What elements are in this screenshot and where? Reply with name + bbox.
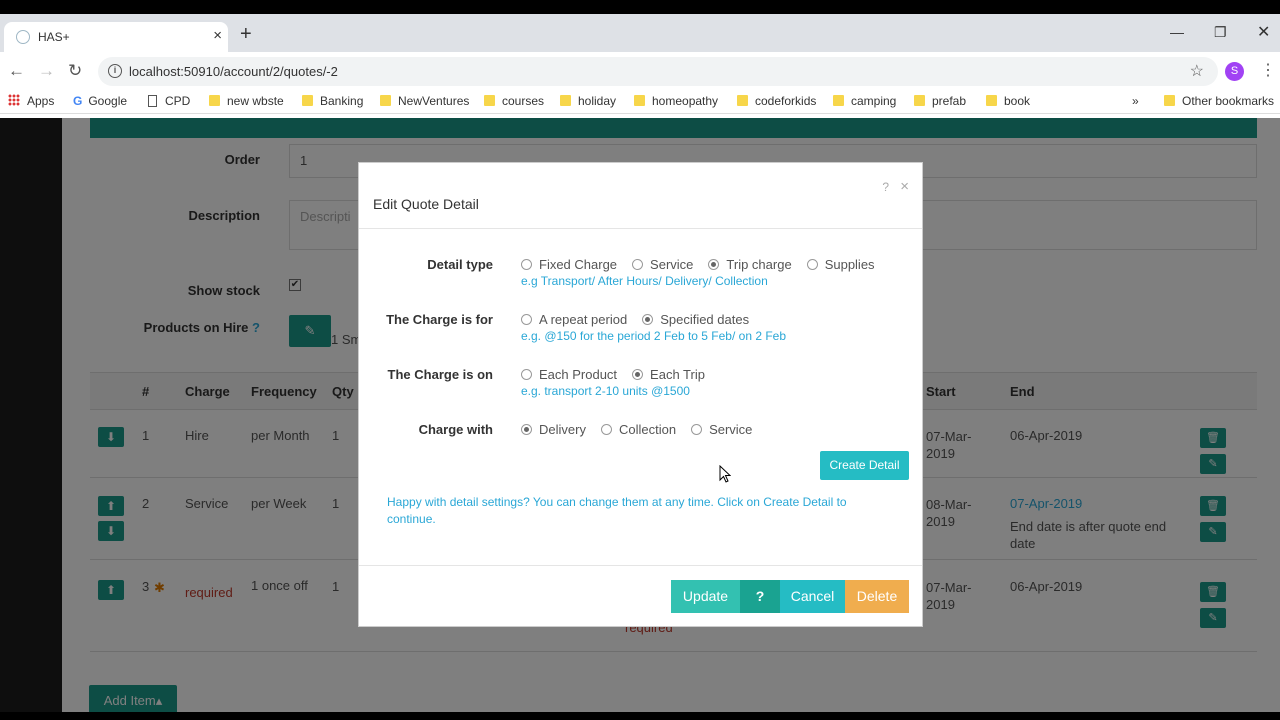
charge-for-radios: A repeat period Specified dates	[521, 312, 764, 327]
radio-icon	[632, 259, 644, 270]
modal-title: Edit Quote Detail	[373, 196, 479, 212]
close-tab-icon[interactable]: ×	[213, 27, 222, 44]
bookmark-book[interactable]: book	[986, 94, 1030, 108]
folder-icon	[833, 95, 844, 106]
edit-quote-detail-modal: Edit Quote Detail ? × Detail type Fixed …	[358, 162, 923, 627]
radio-repeat-period[interactable]: A repeat period	[521, 312, 627, 327]
radio-icon	[600, 424, 612, 435]
modal-close-icon[interactable]: ×	[900, 178, 909, 195]
radio-icon	[521, 369, 532, 380]
folder-icon	[560, 95, 571, 106]
favicon-icon	[16, 30, 30, 44]
mouse-cursor-icon	[719, 465, 731, 483]
radio-collection[interactable]: Collection	[600, 422, 676, 437]
radio-specified-dates[interactable]: Specified dates	[642, 312, 749, 327]
radio-icon	[806, 259, 818, 270]
url-text: localhost:50910/account/2/quotes/-2	[129, 64, 338, 79]
folder-icon	[1164, 95, 1175, 106]
radio-icon	[521, 259, 532, 270]
radio-fixed-charge[interactable]: Fixed Charge	[521, 257, 617, 272]
modal-header: Edit Quote Detail ? ×	[359, 163, 922, 229]
tab-strip: HAS+ × + — ❐ ✕	[0, 14, 1280, 52]
create-detail-button[interactable]: Create Detail	[820, 451, 909, 480]
bookmark-homeopathy[interactable]: homeopathy	[634, 94, 718, 108]
help-button[interactable]: ?	[740, 580, 780, 613]
bookmark-courses[interactable]: courses	[484, 94, 544, 108]
radio-icon	[521, 314, 532, 325]
update-button[interactable]: Update	[671, 580, 740, 613]
folder-icon	[737, 95, 748, 106]
folder-icon	[209, 95, 220, 106]
radio-delivery[interactable]: Delivery	[521, 422, 586, 437]
bookmark-banking[interactable]: Banking	[302, 94, 363, 108]
page: Order 1 Description Descripti Show stock…	[0, 118, 1280, 712]
radio-selected-icon	[642, 314, 654, 325]
profile-avatar[interactable]: S	[1225, 62, 1244, 81]
detail-type-label: Detail type	[427, 257, 493, 272]
charge-with-radios: Delivery Collection Service	[521, 422, 767, 437]
radio-supplies[interactable]: Supplies	[806, 257, 875, 272]
charge-on-label: The Charge is on	[387, 367, 493, 382]
bookmark-star-icon[interactable]: ☆	[1190, 61, 1204, 81]
modal-help-icon[interactable]: ?	[882, 180, 889, 194]
folder-icon	[302, 95, 313, 106]
google-icon: G	[73, 94, 83, 108]
detail-settings-message: Happy with detail settings? You can chan…	[387, 495, 847, 526]
radio-selected-icon	[708, 259, 720, 270]
address-bar[interactable]: i localhost:50910/account/2/quotes/-2 ☆	[98, 57, 1218, 86]
bookmark-cpd[interactable]: CPD	[148, 94, 190, 108]
delete-button[interactable]: Delete	[845, 580, 909, 613]
back-icon[interactable]: ←	[8, 61, 25, 81]
browser-menu-icon[interactable]: ⋮	[1260, 60, 1276, 80]
radio-each-trip[interactable]: Each Trip	[632, 367, 705, 382]
radio-selected-icon	[632, 369, 644, 380]
info-icon[interactable]: i	[108, 64, 122, 78]
restore-icon[interactable]: ❐	[1214, 24, 1227, 41]
modal-footer-divider	[359, 565, 922, 566]
detail-type-radios: Fixed Charge Service Trip charge Supplies	[521, 257, 890, 272]
folder-icon	[484, 95, 495, 106]
charge-on-radios: Each Product Each Trip	[521, 367, 720, 382]
minimize-icon[interactable]: —	[1170, 24, 1184, 40]
charge-on-hint: e.g. transport 2-10 units @1500	[521, 384, 690, 398]
bookmark-prefab[interactable]: prefab	[914, 94, 966, 108]
reload-icon[interactable]: ↻	[68, 61, 82, 81]
new-tab-icon[interactable]: +	[240, 24, 252, 44]
folder-icon	[914, 95, 925, 106]
bookmark-newventures[interactable]: NewVentures	[380, 94, 469, 108]
forward-icon[interactable]: →	[38, 61, 55, 81]
tab-title: HAS+	[38, 30, 70, 44]
detail-type-hint: e.g Transport/ After Hours/ Delivery/ Co…	[521, 274, 768, 288]
bookmark-camping[interactable]: camping	[833, 94, 896, 108]
browser-window: HAS+ × + — ❐ ✕ ← → ↻ i localhost:50910/a…	[0, 14, 1280, 712]
bookmarks-bar: Apps G Google CPD new wbste Banking NewVe…	[0, 90, 1280, 114]
radio-trip-charge[interactable]: Trip charge	[708, 257, 792, 272]
bookmark-holiday[interactable]: holiday	[560, 94, 616, 108]
page-icon	[148, 95, 157, 107]
bookmark-new-wbste[interactable]: new wbste	[209, 94, 284, 108]
charge-for-label: The Charge is for	[386, 312, 493, 327]
other-bookmarks[interactable]: Other bookmarks	[1164, 94, 1274, 108]
charge-with-label: Charge with	[418, 422, 493, 437]
browser-toolbar: ← → ↻ i localhost:50910/account/2/quotes…	[0, 52, 1280, 90]
bookmark-codeforkids[interactable]: codeforkids	[737, 94, 816, 108]
folder-icon	[634, 95, 645, 106]
close-window-icon[interactable]: ✕	[1257, 22, 1270, 42]
bookmark-google[interactable]: G Google	[73, 94, 127, 108]
radio-service-with[interactable]: Service	[691, 422, 752, 437]
radio-service[interactable]: Service	[632, 257, 693, 272]
cancel-button[interactable]: Cancel	[780, 580, 845, 613]
bookmarks-overflow-icon[interactable]: »	[1132, 94, 1139, 108]
apps-icon	[8, 94, 20, 106]
folder-icon	[380, 95, 391, 106]
browser-tab[interactable]: HAS+ ×	[4, 22, 228, 52]
charge-for-hint: e.g. @150 for the period 2 Feb to 5 Feb/…	[521, 329, 787, 343]
folder-icon	[986, 95, 997, 106]
radio-icon	[691, 424, 703, 435]
radio-each-product[interactable]: Each Product	[521, 367, 617, 382]
radio-selected-icon	[521, 424, 532, 435]
bookmark-apps[interactable]: Apps	[8, 94, 54, 108]
